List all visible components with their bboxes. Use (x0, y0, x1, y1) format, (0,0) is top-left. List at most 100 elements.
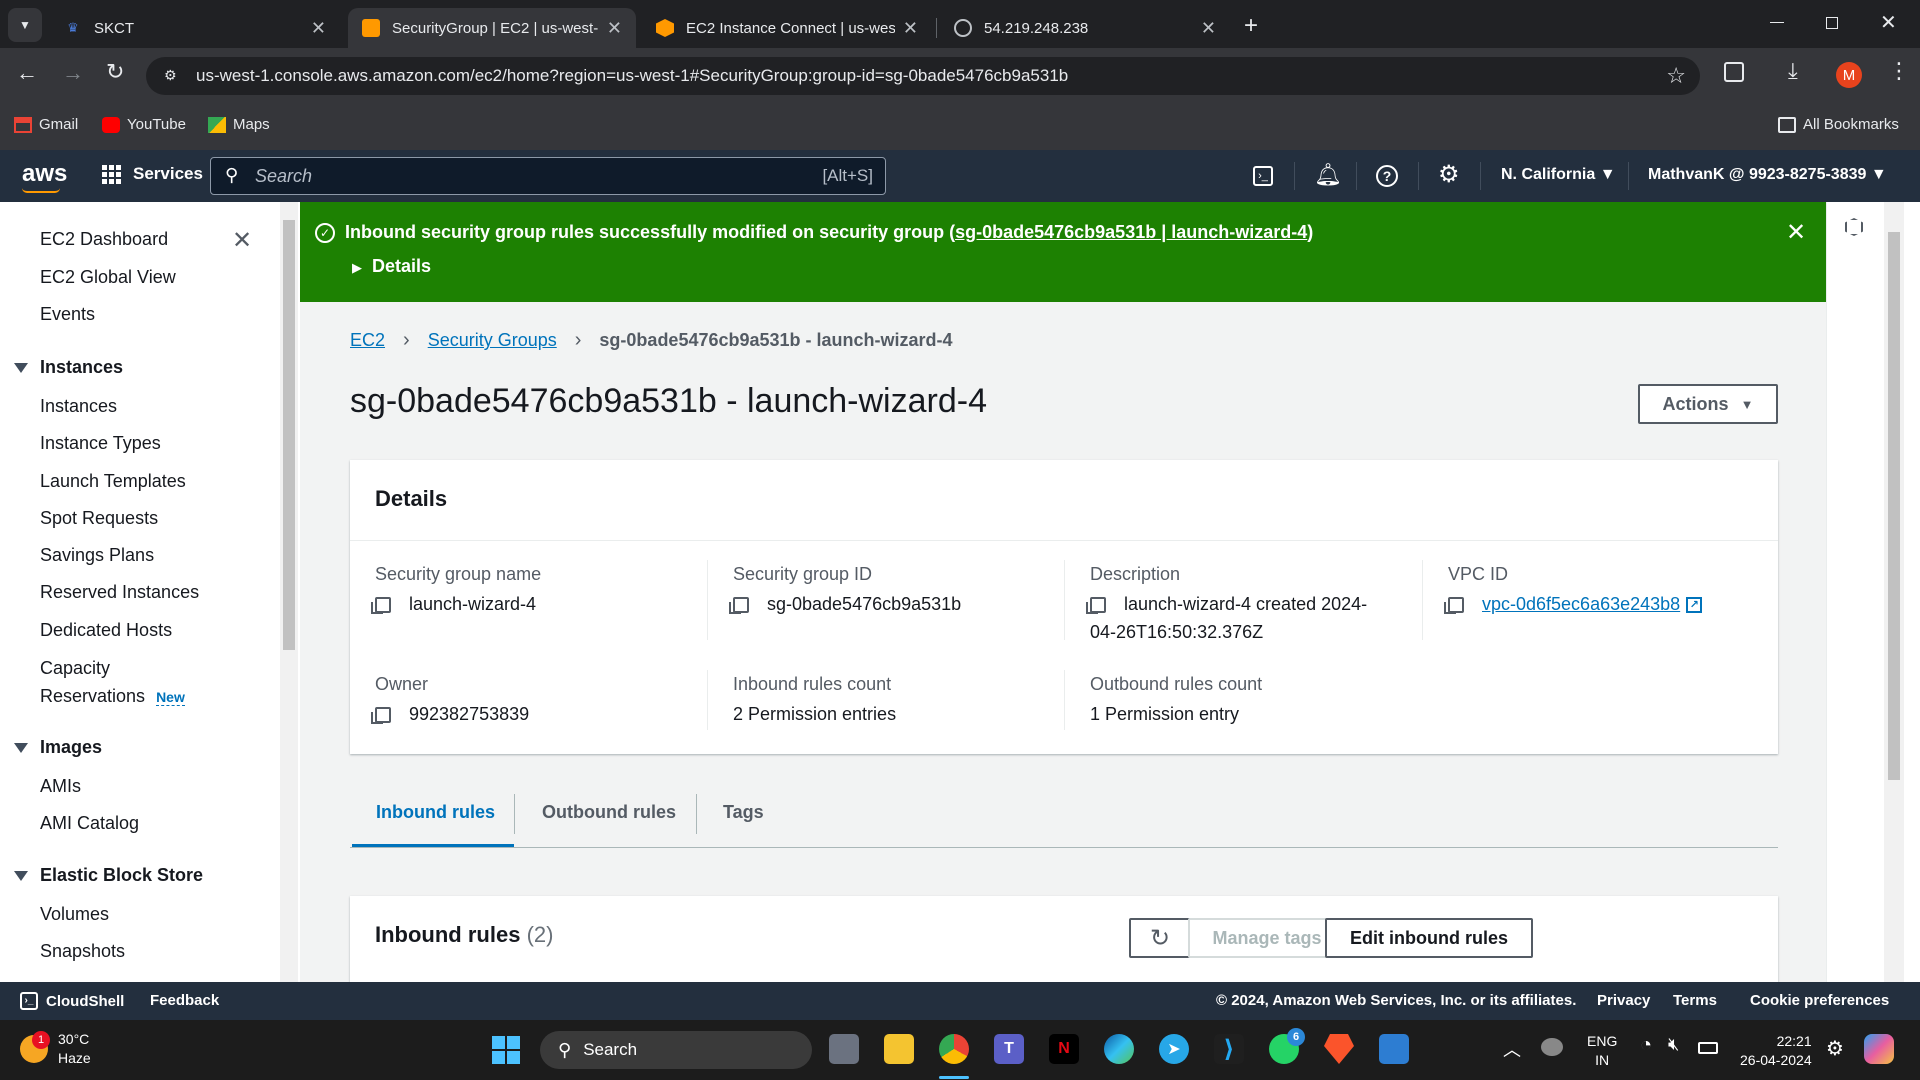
teams-icon[interactable]: T (994, 1034, 1024, 1064)
services-menu[interactable]: Services (102, 164, 203, 184)
copy-icon[interactable] (1444, 596, 1464, 614)
copilot-icon[interactable] (1864, 1034, 1894, 1064)
weather-widget[interactable]: 1 30°C Haze (20, 1030, 91, 1068)
download-icon[interactable]: ⤓ (1788, 58, 1798, 84)
close-window-icon[interactable]: ✕ (1880, 10, 1897, 35)
cloudshell-link[interactable]: ›_ CloudShell (20, 992, 124, 1010)
flash-sg-link[interactable]: sg-0bade5476cb9a531b | launch-wizard-4 (955, 222, 1307, 242)
browser-tab-skct[interactable]: ♛ SKCT ✕ (50, 8, 340, 48)
all-bookmarks[interactable]: All Bookmarks (1778, 116, 1899, 133)
file-explorer-icon[interactable] (884, 1034, 914, 1064)
battery-icon[interactable] (1698, 1042, 1718, 1054)
copy-icon[interactable] (1086, 596, 1106, 614)
brave-icon[interactable] (1324, 1034, 1354, 1064)
clock[interactable]: 22:21 26-04-2024 (1740, 1032, 1812, 1070)
restore-icon[interactable] (1826, 17, 1838, 29)
wifi-icon[interactable]: ◔ (1640, 1034, 1652, 1057)
task-view-icon[interactable] (829, 1034, 859, 1064)
browser-menu-icon[interactable]: ⋮ (1888, 58, 1910, 84)
tab-tags[interactable]: Tags (723, 802, 764, 823)
notification-icon[interactable]: ⚙ (1826, 1036, 1844, 1061)
new-tab-plus-icon[interactable]: + (1244, 12, 1258, 40)
sidebar-item-dedicated-hosts[interactable]: Dedicated Hosts (40, 620, 172, 641)
remote-desktop-icon[interactable] (1379, 1034, 1409, 1064)
bookmark-youtube[interactable]: YouTube (102, 116, 186, 133)
telegram-icon[interactable]: ➤ (1159, 1034, 1189, 1064)
external-link-icon[interactable]: ↗ (1686, 596, 1703, 613)
whatsapp-icon[interactable]: 6 (1269, 1028, 1305, 1064)
main-scrollbar[interactable] (1884, 202, 1904, 982)
sidebar-item-spot-requests[interactable]: Spot Requests (40, 508, 158, 529)
sidebar-item-events[interactable]: Events (40, 304, 95, 325)
url-field[interactable]: ⚙ us-west-1.console.aws.amazon.com/ec2/h… (146, 57, 1700, 95)
reload-icon[interactable]: ↻ (106, 59, 124, 85)
sidebar-item-ami-catalog[interactable]: AMI Catalog (40, 813, 139, 834)
dismiss-flash-icon[interactable]: ✕ (1786, 218, 1806, 247)
info-panel-icon[interactable] (1845, 218, 1863, 236)
terms-link[interactable]: Terms (1673, 992, 1717, 1009)
breadcrumb-ec2[interactable]: EC2 (350, 330, 385, 351)
privacy-link[interactable]: Privacy (1597, 992, 1650, 1009)
sidebar-item-capacity-reservations-line2[interactable]: Reservations New (40, 686, 185, 707)
close-tab-icon[interactable]: ✕ (903, 18, 918, 39)
sidebar-scrollbar-thumb[interactable] (283, 220, 295, 650)
browser-tab-securitygroup[interactable]: SecurityGroup | EC2 | us-west-1 ✕ (348, 8, 636, 48)
extensions-icon[interactable] (1724, 62, 1744, 82)
cookie-preferences-link[interactable]: Cookie preferences (1750, 992, 1889, 1009)
close-tab-icon[interactable]: ✕ (1201, 18, 1216, 39)
copy-icon[interactable] (371, 706, 391, 724)
sidebar-section-ebs[interactable]: Elastic Block Store (14, 865, 203, 886)
settings-gear-icon[interactable]: ⚙ (1438, 160, 1460, 189)
browser-tab-instance-connect[interactable]: EC2 Instance Connect | us-west ✕ (642, 8, 932, 48)
aws-logo[interactable]: aws (22, 160, 67, 188)
bookmark-maps[interactable]: Maps (208, 116, 270, 133)
vpc-id-link[interactable]: vpc-0d6f5ec6a63e243b8 (1482, 594, 1680, 615)
edge-icon[interactable] (1104, 1034, 1134, 1064)
notifications-bell-icon[interactable]: 🔔︎ (1314, 162, 1342, 188)
netflix-icon[interactable]: N (1049, 1034, 1079, 1064)
sidebar-item-volumes[interactable]: Volumes (40, 904, 109, 925)
sidebar-item-capacity-reservations[interactable]: Capacity (40, 658, 110, 679)
refresh-button[interactable]: ↻ (1129, 918, 1191, 958)
sidebar-item-instance-types[interactable]: Instance Types (40, 433, 161, 454)
help-icon[interactable]: ? (1376, 165, 1398, 187)
feedback-link[interactable]: Feedback (150, 992, 219, 1009)
tray-app-icon[interactable] (1541, 1038, 1563, 1056)
account-menu[interactable]: MathvanK @ 9923-8275-3839 ▼ (1648, 166, 1887, 184)
bookmark-gmail[interactable]: Gmail (14, 116, 78, 133)
edit-inbound-rules-button[interactable]: Edit inbound rules (1325, 918, 1533, 958)
windows-start-icon[interactable] (492, 1036, 520, 1064)
profile-avatar[interactable]: M (1836, 62, 1862, 88)
close-tab-icon[interactable]: ✕ (607, 18, 622, 39)
cloudshell-icon[interactable]: ›_ (1253, 166, 1273, 186)
sidebar-item-snapshots[interactable]: Snapshots (40, 941, 125, 962)
sidebar-section-images[interactable]: Images (14, 737, 102, 758)
copy-icon[interactable] (729, 596, 749, 614)
bookmark-star-icon[interactable]: ☆ (1666, 63, 1686, 89)
site-info-icon[interactable]: ⚙ (164, 67, 177, 84)
actions-button[interactable]: Actions ▼ (1638, 384, 1778, 424)
vscode-icon[interactable]: ⟩ (1214, 1034, 1244, 1064)
browser-tab-ip[interactable]: 54.219.248.238 ✕ (940, 8, 1230, 48)
sidebar-item-launch-templates[interactable]: Launch Templates (40, 471, 186, 492)
sidebar-item-amis[interactable]: AMIs (40, 776, 81, 797)
sidebar-section-instances[interactable]: Instances (14, 357, 123, 378)
breadcrumb-security-groups[interactable]: Security Groups (428, 330, 557, 351)
language-indicator[interactable]: ENG IN (1587, 1032, 1617, 1070)
copy-icon[interactable] (371, 596, 391, 614)
tab-search-button[interactable]: ▼ (8, 8, 42, 42)
minimize-icon[interactable] (1770, 22, 1784, 23)
show-hidden-icons-chevron[interactable]: ︿ (1503, 1036, 1521, 1062)
aws-search-input[interactable]: ⚲ Search [Alt+S] (210, 157, 886, 195)
close-sidebar-icon[interactable]: ✕ (232, 226, 252, 255)
back-arrow-icon[interactable]: ← (16, 60, 38, 86)
sidebar-item-ec2-dashboard[interactable]: EC2 Dashboard (40, 229, 168, 250)
taskbar-search[interactable]: ⚲ Search (540, 1031, 812, 1069)
sidebar-item-reserved-instances[interactable]: Reserved Instances (40, 582, 199, 603)
region-selector[interactable]: N. California ▼ (1501, 166, 1616, 184)
volume-muted-icon[interactable]: 🔇︎ (1668, 1034, 1679, 1055)
tab-inbound-rules[interactable]: Inbound rules (376, 802, 495, 823)
forward-arrow-icon[interactable]: → (62, 60, 84, 86)
main-scrollbar-thumb[interactable] (1888, 232, 1900, 780)
chrome-icon[interactable] (939, 1034, 969, 1064)
